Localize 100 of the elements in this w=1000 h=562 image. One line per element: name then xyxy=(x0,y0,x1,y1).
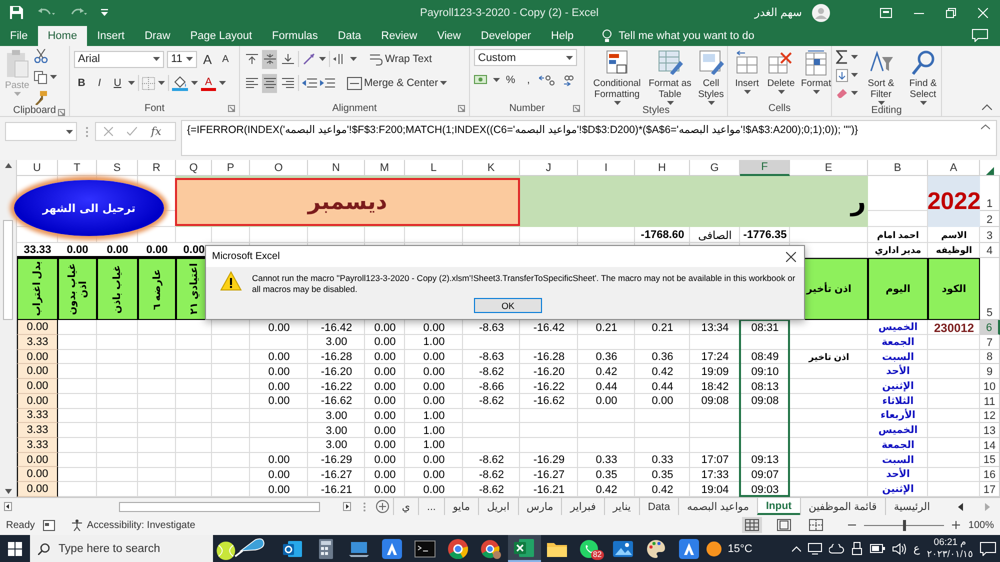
column-header[interactable]: L xyxy=(405,160,463,176)
column-header[interactable]: O xyxy=(250,160,308,176)
column-header[interactable]: M xyxy=(365,160,405,176)
table-cell-text: 0.33 xyxy=(594,453,618,468)
table-cell-text: 0.00 xyxy=(422,380,446,394)
column-header[interactable]: N xyxy=(308,160,365,176)
header-cell: اليوم xyxy=(868,258,928,320)
accessibility-status[interactable]: Accessibility: Investigate xyxy=(86,520,196,530)
row-header[interactable]: 14 xyxy=(980,438,1000,453)
clock[interactable]: 06:21 م ٢٠٢٣/٠١/١٥ xyxy=(926,536,973,560)
table-cell-text: 09:08 xyxy=(750,394,780,409)
column-header[interactable]: G xyxy=(690,160,740,176)
table-cell-text: -8.62 xyxy=(478,468,506,482)
column-header[interactable]: T xyxy=(58,160,97,176)
ribbon-tab[interactable]: File xyxy=(0,26,38,46)
wrap-text-button[interactable]: Wrap Text xyxy=(368,50,433,68)
table-cell-text: -16.28 xyxy=(320,350,354,364)
row-header[interactable]: 16 xyxy=(980,467,1000,482)
row-header[interactable]: 2 xyxy=(980,211,1000,227)
taskbar-button[interactable]: 82 xyxy=(574,535,607,562)
row-header[interactable]: 9 xyxy=(980,364,1000,380)
column-header[interactable]: Q xyxy=(176,160,212,176)
table-cell: 0.00 xyxy=(17,467,58,482)
ribbon-tab[interactable]: Formulas xyxy=(262,26,328,46)
ribbon-tab[interactable]: Developer xyxy=(470,26,542,46)
input-language[interactable]: ع xyxy=(913,542,920,555)
ribbon-tab[interactable]: Draw xyxy=(134,26,180,46)
group-label: Cells xyxy=(768,103,791,114)
table-cell: 33.33 xyxy=(17,243,58,258)
conditional-formatting-button[interactable]: Conditional Formatting xyxy=(589,49,645,105)
column-header[interactable]: E xyxy=(790,160,868,176)
column-header[interactable]: F xyxy=(740,160,790,176)
format-cells-button[interactable]: Format xyxy=(800,49,832,101)
row-header[interactable]: 8 xyxy=(980,350,1000,364)
row-header[interactable]: 4 xyxy=(980,243,1000,258)
column-header[interactable]: B xyxy=(868,160,928,176)
table-cell-text: -16.20 xyxy=(320,364,354,380)
table-cell-text: 0.00 xyxy=(373,350,397,364)
percent-button[interactable]: % xyxy=(503,70,518,90)
table-cell-text: 0.00 xyxy=(267,468,291,482)
table-cell-text: 1.00 xyxy=(422,424,446,438)
column-header[interactable]: P xyxy=(212,160,250,176)
comma-button[interactable]: , xyxy=(521,70,536,90)
column-header[interactable]: H xyxy=(635,160,690,176)
column-header[interactable]: U xyxy=(17,160,58,176)
row-header[interactable]: 1 xyxy=(980,176,1000,211)
column-header[interactable]: J xyxy=(520,160,578,176)
zoom-level[interactable]: 100% xyxy=(968,520,994,530)
table-cell-text: 1.00 xyxy=(422,408,446,424)
sheet-tab[interactable]: Input xyxy=(756,498,800,515)
bold-button[interactable]: B xyxy=(74,74,89,92)
shrink-font-button[interactable]: A xyxy=(218,50,233,68)
format-as-table-button[interactable]: Format as Table xyxy=(647,49,693,105)
italic-button[interactable]: I xyxy=(92,74,107,92)
tell-me-search[interactable]: Tell me what you want to do xyxy=(618,30,754,42)
merge-center-button[interactable]: Merge & Center xyxy=(346,74,448,92)
row-header[interactable]: 11 xyxy=(980,394,1000,409)
ribbon-tab[interactable]: Page Layout xyxy=(180,26,262,46)
table-cell-text: 1.00 xyxy=(422,438,446,453)
font-name-field[interactable]: Arial xyxy=(74,50,164,68)
sort-filter-button[interactable]: Sort & Filter xyxy=(862,49,900,105)
column-header[interactable]: S xyxy=(97,160,138,176)
table-cell-text: 0.00 xyxy=(650,394,674,409)
column-header[interactable]: I xyxy=(578,160,635,176)
number-format-field[interactable]: Custom xyxy=(474,49,577,66)
ribbon-tab[interactable]: Home xyxy=(38,26,88,46)
table-cell-text: -16.27 xyxy=(532,468,566,482)
column-header[interactable]: R xyxy=(138,160,176,176)
underline-button[interactable]: U xyxy=(110,74,125,92)
ribbon-tab[interactable]: Review xyxy=(371,26,428,46)
table-cell-text: -16.22 xyxy=(532,380,566,394)
grow-font-button[interactable]: A xyxy=(200,50,215,68)
row-header[interactable]: 17 xyxy=(980,482,1000,497)
column-header[interactable]: K xyxy=(463,160,520,176)
row-header[interactable]: 5 xyxy=(980,258,1000,320)
row-header[interactable]: 13 xyxy=(980,423,1000,438)
insert-function-button[interactable]: fx xyxy=(151,125,162,138)
row-header[interactable]: 15 xyxy=(980,452,1000,468)
ribbon-tab[interactable]: View xyxy=(427,26,471,46)
formula-field[interactable]: {=IFERROR(INDEX('مواعيد البصمه'!$F$3:F200;MATCH(1;INDEX((C6='مواعيد البصمه'!$D$3:D200)*($A$6='مواعيد البصمه'!$A$3:A200);0;1);0)); "")} xyxy=(181,120,997,156)
font-size-field[interactable]: 11 xyxy=(167,50,197,68)
row-header[interactable]: 7 xyxy=(980,335,1000,350)
ribbon-tab[interactable]: Help xyxy=(541,26,584,46)
row-header[interactable]: 3 xyxy=(980,227,1000,243)
ribbon-tab[interactable]: Insert xyxy=(87,26,135,46)
column-header[interactable]: A xyxy=(928,160,980,176)
row-header[interactable]: 6 xyxy=(980,320,1000,335)
table-cell-text: 230012 xyxy=(932,320,976,335)
row-header[interactable]: 10 xyxy=(980,379,1000,394)
ok-button[interactable]: OK xyxy=(474,298,542,313)
row-header[interactable]: 12 xyxy=(980,408,1000,424)
ribbon-tab[interactable]: Data xyxy=(328,26,372,46)
find-select-button[interactable]: Find & Select xyxy=(904,49,942,105)
delete-cells-button[interactable]: Delete xyxy=(766,49,796,101)
font-color-button[interactable]: A xyxy=(201,76,216,90)
table-cell-text: 08:49 xyxy=(750,350,780,364)
cell-styles-button[interactable]: Cell Styles xyxy=(695,49,727,105)
insert-cells-button[interactable]: Insert xyxy=(732,49,762,101)
group-label: Alignment xyxy=(332,103,377,114)
taskbar-search-field[interactable]: Type here to search xyxy=(30,535,214,562)
